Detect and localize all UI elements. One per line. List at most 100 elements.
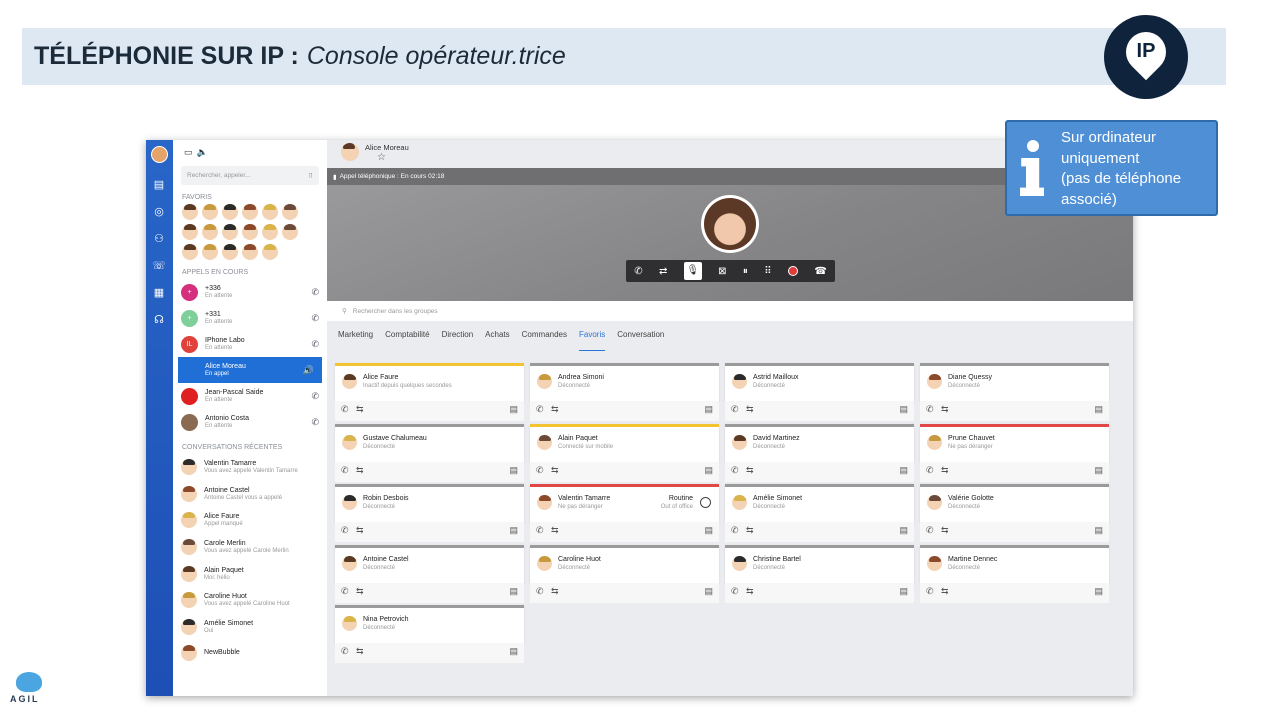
tab-direction[interactable]: Direction bbox=[442, 330, 474, 351]
contact-card[interactable]: Prune Chauvet Ne pas déranger ✆ ⇆ ▤ bbox=[920, 423, 1109, 482]
favorite-avatar[interactable] bbox=[242, 244, 258, 260]
contact-card[interactable]: Robin Desbois Déconnecté ✆ ⇆ ▤ bbox=[335, 484, 524, 542]
recent-conversation-item[interactable]: Amélie Simonet Oui bbox=[173, 614, 327, 641]
people-icon[interactable]: ⚇ bbox=[152, 232, 166, 246]
transfer-call-icon[interactable]: ⇆ bbox=[746, 525, 754, 536]
phone-icon[interactable]: ✆ bbox=[341, 586, 349, 597]
hold-call-icon[interactable]: ✆ bbox=[311, 417, 319, 428]
transfer-call-icon[interactable]: ⇆ bbox=[746, 465, 754, 476]
transfer-call-icon[interactable]: ⇆ bbox=[356, 586, 364, 597]
recent-conversation-item[interactable]: Valentin Tamarre Vous avez appelé Valenti… bbox=[173, 454, 327, 481]
phone-icon[interactable]: ✆ bbox=[731, 586, 739, 597]
add-call-icon[interactable]: ✆ bbox=[634, 266, 642, 277]
transfer-call-icon[interactable]: ⇆ bbox=[941, 525, 949, 536]
chat-icon[interactable]: ▤ bbox=[704, 404, 713, 415]
chat-icon[interactable]: ▤ bbox=[704, 465, 713, 476]
favorite-avatar[interactable] bbox=[202, 224, 218, 240]
speaker-icon[interactable]: 🔊 bbox=[303, 365, 314, 376]
recent-conversation-item[interactable]: NewBubble bbox=[173, 640, 327, 667]
active-call-item[interactable]: + +331 En attente ✆ bbox=[173, 305, 327, 331]
transfer-call-icon[interactable]: ⇆ bbox=[941, 404, 949, 415]
active-call-item[interactable]: Jean-Pascal Saide En attente ✆ bbox=[173, 383, 327, 409]
chat-icon[interactable]: ▤ bbox=[509, 646, 518, 657]
active-call-item[interactable]: IL IPhone Labo En attente ✆ bbox=[173, 331, 327, 357]
hold-call-icon[interactable]: ✆ bbox=[311, 339, 319, 350]
contact-card[interactable]: Nina Petrovich Déconnecté ✆ ⇆ ▤ bbox=[335, 605, 524, 663]
files-icon[interactable]: ▦ bbox=[152, 286, 166, 300]
search-input[interactable]: Rechercher, appeler... ⠿ bbox=[181, 166, 319, 185]
favorite-avatar[interactable] bbox=[262, 224, 278, 240]
computer-icon[interactable]: ▭ bbox=[184, 147, 193, 158]
active-call-item[interactable]: + +336 En attente ✆ bbox=[173, 279, 327, 305]
chat-icon[interactable]: ▤ bbox=[509, 404, 518, 415]
microphone-icon[interactable]: 🎙 bbox=[683, 262, 702, 280]
transfer-call-icon[interactable]: ⇆ bbox=[746, 586, 754, 597]
active-call-item[interactable]: Antonio Costa En attente ✆ bbox=[173, 409, 327, 435]
contact-card[interactable]: Gustave Chalumeau Déconnecté ✆ ⇆ ▤ bbox=[335, 423, 524, 482]
transfer-call-icon[interactable]: ⇆ bbox=[551, 404, 559, 415]
chat-icon[interactable]: ▤ bbox=[1094, 465, 1103, 476]
transfer-call-icon[interactable]: ⇆ bbox=[356, 404, 364, 415]
recent-conversation-item[interactable]: Alice Faure Appel manqué bbox=[173, 507, 327, 534]
contact-card[interactable]: Valentin Tamarre Ne pas déranger Routine Ou… bbox=[530, 484, 719, 542]
record-icon[interactable] bbox=[787, 266, 798, 276]
phone-icon[interactable]: ✆ bbox=[926, 586, 934, 597]
active-call-item[interactable]: Alice Moreau En appel 🔊 bbox=[178, 357, 322, 383]
routine-icon[interactable] bbox=[700, 497, 711, 508]
hold-call-icon[interactable]: ✆ bbox=[311, 287, 319, 298]
recent-conversation-item[interactable]: Caroline Huot Vous avez appelé Caroline H… bbox=[173, 587, 327, 614]
contact-card[interactable]: Valérie Golotte Déconnecté ✆ ⇆ ▤ bbox=[920, 484, 1109, 542]
contact-card[interactable]: Astrid Mailloux Déconnecté ✆ ⇆ ▤ bbox=[725, 363, 914, 421]
keypad-icon[interactable]: ⠿ bbox=[764, 266, 771, 277]
tab-commandes[interactable]: Commandes bbox=[522, 330, 567, 351]
favorite-avatar[interactable] bbox=[242, 224, 258, 240]
phone-icon[interactable]: ✆ bbox=[731, 465, 739, 476]
dialpad-icon[interactable]: ⠿ bbox=[308, 172, 313, 180]
hangup-icon[interactable]: ☎ bbox=[814, 266, 826, 277]
hold-call-icon[interactable]: ✆ bbox=[311, 313, 319, 324]
chat-icon[interactable]: ▤ bbox=[899, 586, 908, 597]
chat-icon[interactable]: ▤ bbox=[509, 586, 518, 597]
chat-icon[interactable]: ▤ bbox=[509, 525, 518, 536]
chat-icon[interactable]: ▤ bbox=[899, 525, 908, 536]
screen-share-off-icon[interactable]: ⊠ bbox=[718, 266, 726, 277]
favorite-avatar[interactable] bbox=[202, 244, 218, 260]
contact-card[interactable]: Amélie Simonet Déconnecté ✆ ⇆ ▤ bbox=[725, 484, 914, 542]
chat-icon[interactable]: ▤ bbox=[1094, 586, 1103, 597]
contact-card[interactable]: Alain Paquet Connecté sur mobile ✆ ⇆ ▤ bbox=[530, 423, 719, 482]
star-icon[interactable]: ☆ bbox=[377, 152, 409, 163]
contact-card[interactable]: Antoine Castel Déconnecté ✆ ⇆ ▤ bbox=[335, 544, 524, 603]
phone-icon[interactable]: ✆ bbox=[536, 586, 544, 597]
recent-conversation-item[interactable]: Alain Paquet Moi: hello bbox=[173, 560, 327, 587]
contact-card[interactable]: Christine Bartel Déconnecté ✆ ⇆ ▤ bbox=[725, 544, 914, 603]
phone-icon[interactable]: ✆ bbox=[731, 404, 739, 415]
group-search-input[interactable]: ⚲ Rechercher dans les groupes bbox=[327, 301, 1133, 321]
transfer-call-icon[interactable]: ⇆ bbox=[941, 586, 949, 597]
speaker-icon[interactable]: 🔈 bbox=[197, 147, 208, 158]
transfer-call-icon[interactable]: ⇆ bbox=[551, 465, 559, 476]
tab-achats[interactable]: Achats bbox=[485, 330, 509, 351]
chat-icon[interactable]: ▤ bbox=[509, 465, 518, 476]
chat-icon[interactable]: ▤ bbox=[899, 404, 908, 415]
favorite-avatar[interactable] bbox=[282, 224, 298, 240]
phone-icon[interactable]: ✆ bbox=[536, 404, 544, 415]
phone-icon[interactable]: ✆ bbox=[926, 404, 934, 415]
favorite-avatar[interactable] bbox=[262, 204, 278, 220]
contact-card[interactable]: Diane Quessy Déconnecté ✆ ⇆ ▤ bbox=[920, 363, 1109, 421]
favorite-avatar[interactable] bbox=[222, 224, 238, 240]
my-avatar[interactable] bbox=[151, 146, 168, 163]
hold-call-icon[interactable]: ✆ bbox=[311, 391, 319, 402]
contact-card[interactable]: Alice Faure Inactif depuis quelques secon… bbox=[335, 363, 524, 421]
phone-icon[interactable]: ✆ bbox=[341, 404, 349, 415]
favorite-avatar[interactable] bbox=[182, 204, 198, 220]
transfer-call-icon[interactable]: ⇆ bbox=[941, 465, 949, 476]
hold-icon[interactable]: ⏸ bbox=[743, 266, 748, 277]
contact-card[interactable]: David Martinez Déconnecté ✆ ⇆ ▤ bbox=[725, 423, 914, 482]
phone-icon[interactable]: ✆ bbox=[926, 465, 934, 476]
recent-conversation-item[interactable]: Carole Merlin Vous avez appelé Carole Mer… bbox=[173, 534, 327, 561]
favorite-avatar[interactable] bbox=[242, 204, 258, 220]
favorite-avatar[interactable] bbox=[262, 244, 278, 260]
favorite-avatar[interactable] bbox=[182, 224, 198, 240]
chat-icon[interactable]: ▤ bbox=[1094, 404, 1103, 415]
phone-icon[interactable]: ✆ bbox=[536, 465, 544, 476]
